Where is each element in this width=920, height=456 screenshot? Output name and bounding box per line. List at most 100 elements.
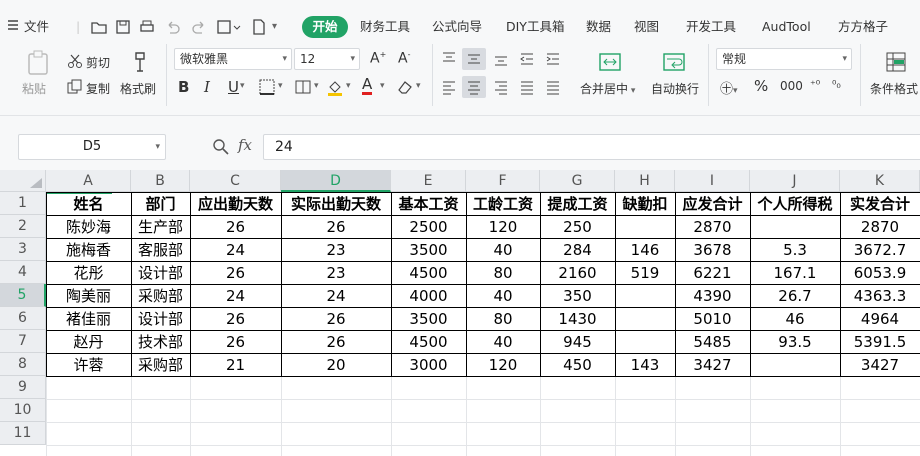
- table-cell[interactable]: 143: [615, 354, 675, 377]
- table-cell[interactable]: 许蓉: [46, 354, 131, 377]
- column-header-f[interactable]: F: [466, 170, 540, 192]
- table-header-cell[interactable]: 提成工资: [540, 193, 615, 216]
- shrink-font-icon[interactable]: A-: [398, 50, 410, 67]
- table-cell[interactable]: 3672.7: [840, 239, 920, 262]
- table-cell[interactable]: 褚佳丽: [46, 308, 131, 331]
- table-cell[interactable]: 生产部: [131, 216, 190, 239]
- copy-button[interactable]: 复制: [86, 80, 110, 97]
- column-header-k[interactable]: K: [840, 170, 920, 192]
- table-header-cell[interactable]: 应发合计: [675, 193, 750, 216]
- table-cell[interactable]: 6221: [675, 262, 750, 285]
- table-cell[interactable]: 284: [540, 239, 615, 262]
- table-cell[interactable]: 4363.3: [840, 285, 920, 308]
- column-header-j[interactable]: J: [750, 170, 840, 192]
- table-cell[interactable]: 250: [540, 216, 615, 239]
- table-header-cell[interactable]: 部门: [131, 193, 190, 216]
- align-left-icon[interactable]: [440, 78, 458, 96]
- table-cell[interactable]: 5010: [675, 308, 750, 331]
- fx-icon[interactable]: fx: [238, 136, 252, 154]
- table-header-cell[interactable]: 个人所得税: [750, 193, 840, 216]
- table-cell[interactable]: 花彤: [46, 262, 131, 285]
- row-header-10[interactable]: 10: [0, 399, 46, 422]
- percent-button[interactable]: %: [754, 77, 768, 95]
- table-cell[interactable]: 350: [540, 285, 615, 308]
- table-cell[interactable]: 技术部: [131, 331, 190, 354]
- table-cell[interactable]: 赵丹: [46, 331, 131, 354]
- save-icon[interactable]: [114, 18, 132, 36]
- table-cell[interactable]: 120: [466, 354, 540, 377]
- table-cell[interactable]: 80: [466, 308, 540, 331]
- table-cell[interactable]: 5391.5: [840, 331, 920, 354]
- table-cell[interactable]: 4000: [391, 285, 466, 308]
- table-cell[interactable]: 4964: [840, 308, 920, 331]
- table-cell[interactable]: 3427: [675, 354, 750, 377]
- currency-icon[interactable]: ㊉▾: [720, 78, 738, 97]
- chevron-down-icon[interactable]: ▾: [240, 81, 245, 91]
- table-cell[interactable]: [750, 216, 840, 239]
- table-cell[interactable]: 46: [750, 308, 840, 331]
- tab-finance[interactable]: 财务工具: [360, 18, 410, 36]
- hamburger-icon[interactable]: [6, 18, 20, 37]
- table-cell[interactable]: 519: [615, 262, 675, 285]
- table-cell[interactable]: 施梅香: [46, 239, 131, 262]
- table-cell[interactable]: 20: [281, 354, 391, 377]
- tab-formula-wizard[interactable]: 公式向导: [432, 18, 482, 36]
- grow-font-icon[interactable]: A+: [370, 50, 386, 67]
- table-header-cell[interactable]: 工龄工资: [466, 193, 540, 216]
- table-cell[interactable]: 40: [466, 331, 540, 354]
- table-cell[interactable]: 1430: [540, 308, 615, 331]
- row-header-7[interactable]: 7: [0, 330, 46, 353]
- row-header-4[interactable]: 4: [0, 261, 46, 284]
- indent-decrease-icon[interactable]: [518, 50, 536, 68]
- table-cell[interactable]: 2160: [540, 262, 615, 285]
- select-all-corner[interactable]: [0, 170, 46, 192]
- tab-fangfang[interactable]: 方方格子: [838, 18, 888, 36]
- format-painter-button[interactable]: 格式刷: [120, 80, 156, 97]
- table-cell[interactable]: 3000: [391, 354, 466, 377]
- table-cell[interactable]: 6053.9: [840, 262, 920, 285]
- spreadsheet-grid[interactable]: A B C D E F G H I J K 1 2 3 4 5 6 7 8 9 10 11 姓名 部门 应出勤天数 实际出勤天数基…: [0, 170, 920, 456]
- tab-view[interactable]: 视图: [634, 18, 659, 36]
- tab-diy-toolbox[interactable]: DIY工具箱: [506, 18, 564, 36]
- font-size-select[interactable]: 12 ▾: [294, 48, 360, 70]
- chevron-down-icon[interactable]: ▾: [416, 81, 421, 91]
- table-cell[interactable]: 5485: [675, 331, 750, 354]
- table-header-cell[interactable]: 基本工资: [391, 193, 466, 216]
- table-cell[interactable]: [615, 285, 675, 308]
- eraser-icon[interactable]: [396, 78, 414, 96]
- table-cell[interactable]: 146: [615, 239, 675, 262]
- table-header-cell[interactable]: 缺勤扣: [615, 193, 675, 216]
- row-header-2[interactable]: 2: [0, 215, 46, 238]
- zoom-icon[interactable]: [212, 138, 230, 156]
- tab-audtool[interactable]: AudTool: [762, 18, 811, 36]
- table-cell[interactable]: 采购部: [131, 285, 190, 308]
- chevron-down-icon[interactable]: ▾: [278, 81, 283, 91]
- row-header-1[interactable]: 1: [0, 192, 46, 215]
- table-cell[interactable]: 945: [540, 331, 615, 354]
- underline-button[interactable]: U: [228, 78, 239, 96]
- table-cell[interactable]: [615, 216, 675, 239]
- table-cell[interactable]: 3500: [391, 308, 466, 331]
- indent-increase-icon[interactable]: [544, 50, 562, 68]
- column-header-b[interactable]: B: [131, 170, 190, 192]
- thousands-button[interactable]: 000: [780, 79, 803, 93]
- align-right-icon[interactable]: [492, 78, 510, 96]
- table-cell[interactable]: 26: [190, 308, 281, 331]
- increase-decimal-icon[interactable]: ⁺⁰: [810, 78, 820, 91]
- distribute-icon[interactable]: [544, 78, 562, 96]
- conditional-format-icon[interactable]: [884, 50, 908, 74]
- table-cell[interactable]: 40: [466, 285, 540, 308]
- table-cell[interactable]: 80: [466, 262, 540, 285]
- table-cell[interactable]: 2870: [675, 216, 750, 239]
- table-cell[interactable]: 24: [190, 239, 281, 262]
- table-header-cell[interactable]: 应出勤天数: [190, 193, 281, 216]
- align-top-icon[interactable]: [440, 50, 458, 68]
- chevron-down-icon[interactable]: ▾: [380, 81, 385, 91]
- column-header-a[interactable]: A: [46, 170, 131, 192]
- redo-icon[interactable]: [190, 18, 208, 36]
- table-cell[interactable]: 450: [540, 354, 615, 377]
- border-icon[interactable]: [258, 78, 276, 96]
- column-header-h[interactable]: H: [615, 170, 675, 192]
- table-cell[interactable]: 4500: [391, 262, 466, 285]
- table-cell[interactable]: 26: [281, 331, 391, 354]
